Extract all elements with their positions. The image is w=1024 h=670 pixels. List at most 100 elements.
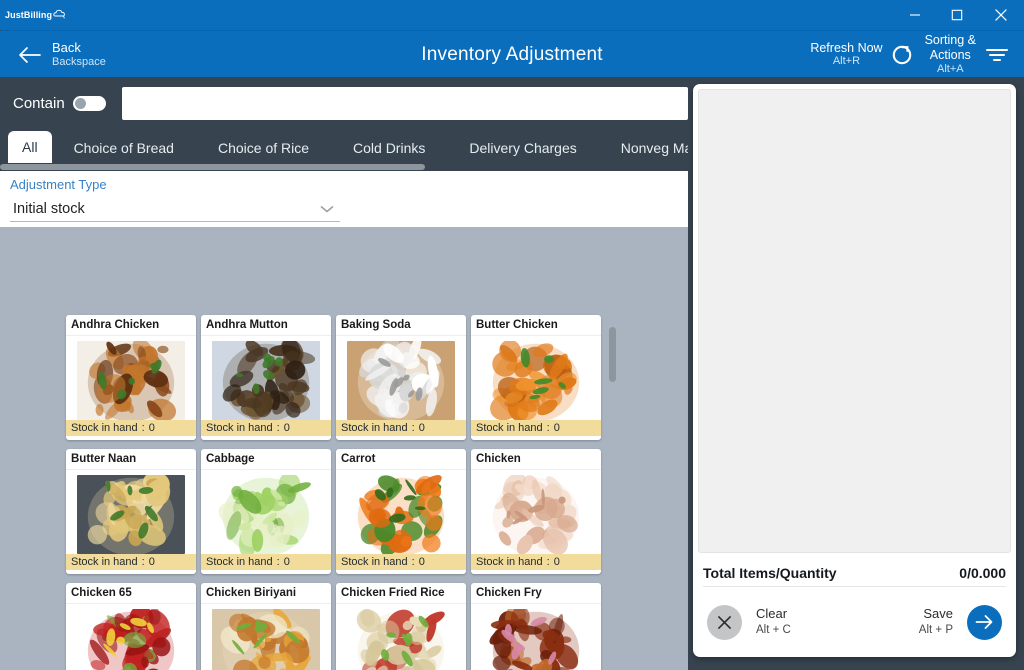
totals-value: 0/0.000 [959, 564, 1006, 581]
product-name: Chicken 65 [66, 583, 196, 604]
stock-value: 0 [553, 556, 560, 568]
product-image [212, 609, 320, 670]
filter-icon [984, 45, 1010, 65]
stock-in-hand: Stock in hand:0 [201, 420, 331, 436]
arrow-right-icon [967, 604, 1002, 640]
tab-label: Choice of Rice [217, 140, 310, 156]
product-name: Cabbage [201, 449, 331, 470]
stock-in-hand: Stock in hand:0 [66, 420, 196, 436]
stock-separator: : [276, 556, 280, 568]
category-tabs-scrollbar[interactable] [0, 163, 688, 171]
product-name: Baking Soda [336, 315, 466, 336]
product-tile[interactable]: Butter Naan Stock in hand:0 [66, 449, 196, 574]
stock-value: 0 [148, 556, 155, 568]
stock-value: 0 [283, 556, 290, 568]
product-name: Andhra Mutton [201, 315, 331, 336]
stock-value: 0 [148, 422, 155, 434]
product-tile[interactable]: Butter Chicken Stock in hand:0 [471, 315, 601, 440]
stock-separator: : [411, 556, 415, 568]
product-tile[interactable]: Andhra Mutton Stock in hand:0 [201, 315, 331, 440]
adjustment-panel: Adjustment Type Initial stock [0, 171, 688, 227]
close-icon [707, 604, 742, 640]
tab-delivery-charges[interactable]: Delivery Charges [447, 133, 598, 163]
product-name: Butter Chicken [471, 315, 601, 336]
refresh-label: Refresh Now [810, 40, 883, 55]
tab-label: Choice of Bread [73, 140, 174, 156]
stock-in-hand: Stock in hand:0 [471, 420, 601, 436]
scrollbar-thumb[interactable] [609, 327, 616, 382]
sorting-actions-button[interactable]: Sorting & Actions Alt+A [919, 31, 1016, 78]
stock-separator: : [546, 556, 550, 568]
product-image [347, 475, 455, 554]
product-tile[interactable]: Cabbage Stock in hand:0 [201, 449, 331, 574]
stock-value: 0 [418, 556, 425, 568]
tab-choice-of-rice[interactable]: Choice of Rice [196, 133, 331, 163]
tab-choice-of-bread[interactable]: Choice of Bread [52, 133, 196, 163]
cart-item-list[interactable] [698, 89, 1011, 553]
adjustment-type-value: Initial stock [13, 200, 85, 217]
product-image [77, 609, 185, 670]
product-name: Andhra Chicken [66, 315, 196, 336]
product-tile[interactable]: Andhra Chicken Stock in hand:0 [66, 315, 196, 440]
tab-cold-drinks[interactable]: Cold Drinks [331, 133, 447, 163]
tab-nonveg-maincourse[interactable]: Nonveg Maincourse [599, 133, 688, 163]
product-name: Chicken Fry [471, 583, 601, 604]
stock-separator: : [411, 422, 415, 434]
product-image [77, 341, 185, 420]
tab-all[interactable]: All [8, 131, 52, 163]
adjustment-type-select[interactable]: Initial stock [10, 196, 340, 222]
save-shortcut: Alt + P [918, 623, 953, 636]
back-label: Back [52, 40, 81, 56]
chevron-down-icon [320, 200, 334, 218]
back-button[interactable]: Back Backspace [10, 31, 114, 78]
stock-value: 0 [553, 422, 560, 434]
command-actions: Refresh Now Alt+R Sorting & Actions Alt+… [804, 31, 1016, 78]
product-image [482, 609, 590, 670]
adjustment-type-label: Adjustment Type [10, 177, 107, 192]
product-tile[interactable]: Baking Soda Stock in hand:0 [336, 315, 466, 440]
sorting-label-line2: Actions [929, 48, 971, 63]
stock-separator: : [546, 422, 550, 434]
product-image [347, 341, 455, 420]
product-tile[interactable]: Chicken FryStock in hand:0 [471, 583, 601, 670]
stock-label: Stock in hand [476, 556, 543, 568]
stock-label: Stock in hand [206, 422, 273, 434]
product-image [212, 475, 320, 554]
stock-label: Stock in hand [71, 556, 138, 568]
stock-label: Stock in hand [476, 422, 543, 434]
stock-label: Stock in hand [206, 556, 273, 568]
clear-shortcut: Alt + C [756, 623, 791, 636]
product-tile[interactable]: Chicken Fried RiceStock in hand:0 [336, 583, 466, 670]
action-bar: Clear Alt + C Save Alt + P [693, 587, 1016, 657]
toggle-knob [74, 97, 86, 109]
product-image [347, 609, 455, 670]
left-pane: Contain All Choice of Bread Choice of Rice… [0, 77, 688, 670]
product-tile[interactable]: Chicken Stock in hand:0 [471, 449, 601, 574]
search-input[interactable] [121, 86, 688, 120]
stock-separator: : [141, 556, 145, 568]
product-image [482, 341, 590, 420]
stock-in-hand: Stock in hand:0 [471, 554, 601, 570]
refresh-now-button[interactable]: Refresh Now Alt+R [804, 31, 918, 78]
refresh-icon [891, 44, 913, 66]
cloud-icon [53, 6, 66, 24]
save-button[interactable]: Save Alt + P [918, 604, 1002, 640]
stock-label: Stock in hand [341, 422, 408, 434]
maximize-button[interactable] [936, 0, 978, 30]
product-tile[interactable]: Chicken 65Stock in hand:0 [66, 583, 196, 670]
product-tile[interactable]: Chicken BiriyaniStock in hand:0 [201, 583, 331, 670]
scrollbar-thumb[interactable] [0, 164, 425, 170]
contain-toggle[interactable] [72, 95, 106, 111]
product-grid-scrollbar[interactable] [609, 327, 616, 657]
stock-separator: : [276, 422, 280, 434]
product-image [212, 341, 320, 420]
tab-label: Delivery Charges [469, 140, 577, 156]
clear-button[interactable]: Clear Alt + C [707, 604, 791, 640]
product-name: Butter Naan [66, 449, 196, 470]
command-bar: Back Backspace Inventory Adjustment Refr… [0, 30, 1024, 77]
stock-label: Stock in hand [341, 556, 408, 568]
close-button[interactable] [978, 0, 1024, 30]
minimize-button[interactable] [894, 0, 936, 30]
product-tile[interactable]: Carrot Stock in hand:0 [336, 449, 466, 574]
arrow-left-icon [18, 46, 42, 64]
